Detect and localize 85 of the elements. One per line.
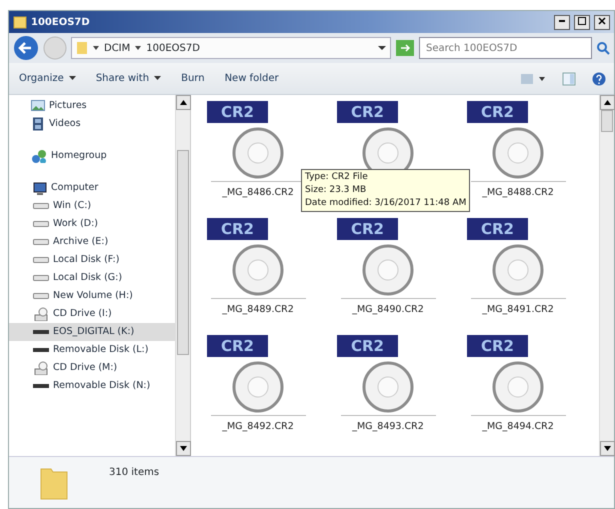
file-type-label: CR2 (337, 218, 398, 240)
file-type-label: CR2 (467, 335, 528, 357)
sidebar-item[interactable]: Videos (9, 115, 175, 133)
file-type-label: CR2 (207, 101, 268, 123)
sidebar-item[interactable]: Removable Disk (N:) (9, 377, 175, 395)
refresh-icon[interactable] (395, 39, 415, 57)
sidebar-item[interactable]: Win (C:) (9, 197, 175, 215)
sidebar-item[interactable]: CD Drive (I:) (9, 305, 175, 323)
removable-drive-icon (33, 330, 49, 334)
minimize-button[interactable] (554, 14, 570, 30)
sidebar-item[interactable]: New Volume (H:) (9, 287, 175, 305)
file-name: _MG_8491.CR2 (470, 298, 566, 318)
toolbar-button[interactable]: Share with (94, 69, 164, 88)
file-name: _MG_8493.CR2 (340, 415, 436, 434)
view-options-icon[interactable] (520, 72, 546, 86)
sidebar-item[interactable]: Pictures (9, 97, 175, 115)
file-type-label: CR2 (207, 218, 268, 240)
sidebar-item[interactable]: Removable Disk (L:) (9, 341, 175, 359)
drive-icon (33, 221, 49, 227)
scrollbar-thumb[interactable] (601, 110, 613, 132)
toolbar-button[interactable]: Organize (17, 69, 78, 88)
down-arrow-icon (604, 446, 611, 452)
up-arrow-icon (604, 100, 611, 106)
file-name: _MG_8494.CR2 (470, 415, 566, 434)
scrollbar-thumb[interactable] (177, 150, 189, 355)
computer-icon (31, 181, 47, 195)
file-type-label: CR2 (467, 101, 528, 123)
address-bar[interactable]: DCIM 100EOS7D (71, 37, 391, 59)
chevron-icon (135, 45, 142, 51)
drive-icon (33, 257, 49, 263)
sidebar-item[interactable]: CD Drive (M:) (9, 359, 175, 377)
sidebar-item[interactable]: EOS_DIGITAL (K:) (9, 323, 175, 341)
dropdown-icon (378, 45, 386, 51)
tooltip-line: Type: CR2 File (305, 171, 369, 184)
film-icon (31, 117, 45, 131)
sidebar-item[interactable]: Local Disk (F:) (9, 251, 175, 269)
sidebar-item[interactable]: Computer (9, 179, 175, 197)
back-button[interactable] (13, 35, 39, 61)
breadcrumb-item[interactable]: DCIM (104, 40, 130, 56)
breadcrumb-item[interactable]: 100EOS7D (146, 40, 200, 56)
help-icon[interactable] (592, 72, 606, 86)
drive-icon (33, 293, 49, 299)
window-title: 100EOS7D (31, 16, 91, 30)
scroll-up-button[interactable] (176, 95, 191, 110)
sidebar-item[interactable]: Archive (E:) (9, 233, 175, 251)
file-type-label: CR2 (467, 218, 528, 240)
removable-drive-icon (33, 348, 49, 352)
file-name: _MG_8488.CR2 (470, 181, 566, 200)
scroll-down-button[interactable] (600, 441, 615, 456)
maximize-icon (578, 17, 586, 26)
tooltip-line: Size: 23.3 MB (305, 184, 368, 197)
pictures-icon (31, 99, 45, 113)
drive-icon (33, 203, 49, 209)
close-button[interactable] (594, 14, 610, 30)
scroll-down-button[interactable] (176, 441, 191, 456)
sidebar-item[interactable]: Homegroup (9, 147, 175, 165)
down-arrow-icon (180, 446, 187, 452)
toolbar-button[interactable]: New folder (222, 69, 281, 88)
folder-icon (13, 15, 27, 29)
drive-icon (33, 239, 49, 245)
scroll-up-button[interactable] (600, 95, 615, 110)
toolbar-button[interactable]: Burn (179, 69, 207, 88)
maximize-button[interactable] (574, 14, 590, 30)
file-type-label: CR2 (337, 101, 398, 123)
chevron-icon (93, 45, 99, 51)
item-count: 310 items (109, 466, 160, 480)
cd-drive-icon (33, 361, 49, 375)
cd-drive-icon (33, 307, 49, 321)
search-icon[interactable] (596, 41, 610, 55)
up-arrow-icon (180, 100, 187, 106)
minimize-icon (559, 20, 565, 22)
file-name: _MG_8489.CR2 (210, 298, 306, 318)
sidebar-item[interactable]: Local Disk (G:) (9, 269, 175, 287)
file-name: _MG_8492.CR2 (210, 415, 306, 434)
removable-drive-icon (33, 384, 49, 388)
drive-icon (33, 275, 49, 281)
tooltip-line: Date modified: 3/16/2017 11:48 AM (305, 197, 466, 210)
sidebar-item[interactable]: Work (D:) (9, 215, 175, 233)
file-type-label: CR2 (207, 335, 268, 357)
file-name: _MG_8490.CR2 (340, 298, 436, 318)
folder-icon (76, 41, 88, 55)
search-field[interactable]: Search 100EOS7D (419, 37, 592, 59)
homegroup-icon (31, 149, 47, 163)
file-type-label: CR2 (337, 335, 398, 357)
close-icon (598, 17, 606, 26)
